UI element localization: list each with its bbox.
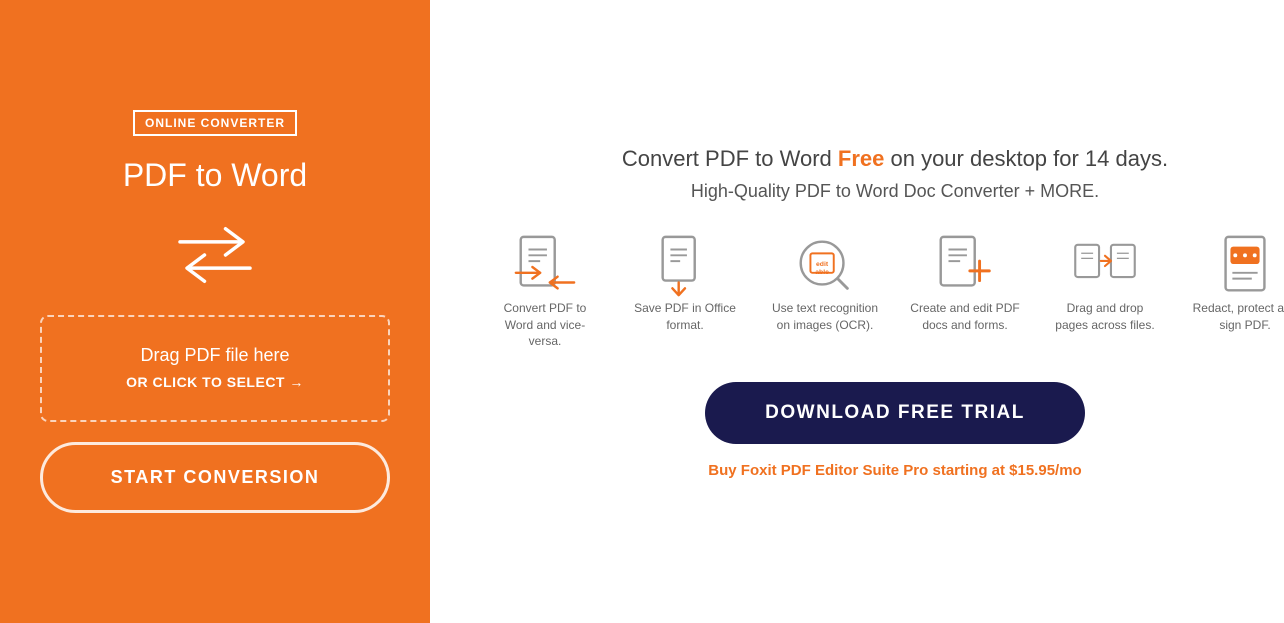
drag-icon [1071,232,1139,300]
right-panel: Convert PDF to Word Free on your desktop… [430,0,1284,623]
feature-label-ocr: Use text recognition on images (OCR). [770,300,880,334]
arrows-svg [170,220,260,290]
left-panel: ONLINE CONVERTER PDF to Word Drag PDF fi… [0,0,430,623]
online-badge: ONLINE CONVERTER [133,110,297,136]
edit-icon [931,232,999,300]
ocr-icon: edit able [791,232,859,300]
drop-zone-select: OR CLICK TO SELECT → [126,374,304,390]
drop-zone[interactable]: Drag PDF file here OR CLICK TO SELECT → [40,315,390,422]
start-conversion-button[interactable]: START CONVERSION [40,442,390,513]
feature-save: Save PDF in Office format. [630,232,740,334]
sub-headline: High-Quality PDF to Word Doc Converter +… [691,181,1099,202]
headline-free: Free [838,146,884,171]
page-title: PDF to Word [123,156,307,194]
svg-text:edit: edit [816,261,829,268]
feature-ocr: edit able Use text recognition on images… [770,232,880,334]
svg-text:able: able [815,268,829,275]
feature-label-redact: Redact, protect and sign PDF. [1190,300,1284,334]
convert-icon [511,232,579,300]
feature-convert: Convert PDF to Word and vice-versa. [490,232,600,350]
drop-zone-text: Drag PDF file here [62,345,368,366]
headline-text-1: Convert PDF to Word [622,146,838,171]
main-headline: Convert PDF to Word Free on your desktop… [622,144,1168,175]
redact-icon [1211,232,1279,300]
convert-arrows-icon [170,220,260,290]
feature-label-edit: Create and edit PDF docs and forms. [910,300,1020,334]
feature-drag: Drag and drop pages across files. [1050,232,1160,334]
headline-text-2: on your desktop for 14 days. [884,146,1168,171]
feature-label-save: Save PDF in Office format. [630,300,740,334]
save-icon [651,232,719,300]
feature-label-convert: Convert PDF to Word and vice-versa. [490,300,600,350]
feature-label-drag: Drag and drop pages across files. [1050,300,1160,334]
features-row: Convert PDF to Word and vice-versa. Save… [490,232,1284,350]
buy-link[interactable]: Buy Foxit PDF Editor Suite Pro starting … [708,462,1081,479]
feature-redact: Redact, protect and sign PDF. [1190,232,1284,334]
download-free-trial-button[interactable]: DOWNLOAD FREE TRIAL [705,382,1085,444]
feature-edit: Create and edit PDF docs and forms. [910,232,1020,334]
